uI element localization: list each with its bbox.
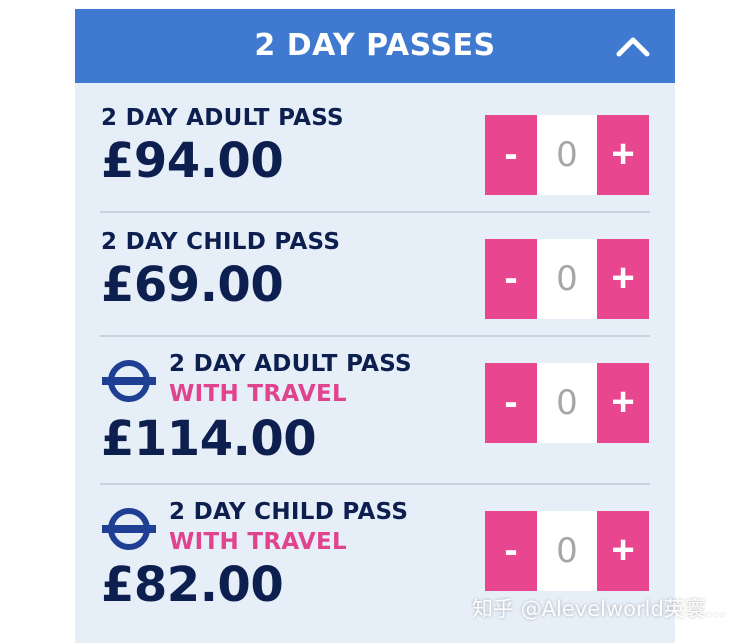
decrease-button[interactable]: -: [485, 239, 537, 319]
pass-price: £94.00: [101, 133, 284, 189]
quantity-stepper: - +: [485, 511, 649, 591]
panel-header[interactable]: 2 DAY PASSES: [75, 9, 675, 83]
pass-price: £114.00: [101, 411, 317, 467]
decrease-button[interactable]: -: [485, 115, 537, 195]
travel-label: WITH TRAVEL: [169, 381, 347, 407]
pass-row-adult-travel: 2 DAY ADULT PASS WITH TRAVEL £114.00 - +: [75, 337, 675, 483]
increase-button[interactable]: +: [597, 115, 649, 195]
pass-row-adult: 2 DAY ADULT PASS £94.00 - +: [75, 83, 675, 211]
plus-icon: +: [611, 380, 635, 424]
quantity-stepper: - +: [485, 115, 649, 195]
minus-icon: -: [504, 256, 518, 300]
plus-icon: +: [611, 132, 635, 176]
pass-price: £69.00: [101, 257, 284, 313]
quantity-input[interactable]: [537, 511, 597, 591]
plus-icon: +: [611, 528, 635, 572]
pass-row-child: 2 DAY CHILD PASS £69.00 - +: [75, 213, 675, 337]
minus-icon: -: [504, 132, 518, 176]
increase-button[interactable]: +: [597, 239, 649, 319]
quantity-input[interactable]: [537, 239, 597, 319]
increase-button[interactable]: +: [597, 511, 649, 591]
quantity-stepper: - +: [485, 239, 649, 319]
minus-icon: -: [504, 528, 518, 572]
quantity-input[interactable]: [537, 363, 597, 443]
decrease-button[interactable]: -: [485, 363, 537, 443]
quantity-stepper: - +: [485, 363, 649, 443]
increase-button[interactable]: +: [597, 363, 649, 443]
collapse-button[interactable]: [607, 26, 659, 66]
watermark: 知乎 @Alevelworld英寰...: [472, 597, 726, 621]
pass-name: 2 DAY ADULT PASS: [169, 351, 412, 377]
pass-price: £82.00: [101, 557, 284, 613]
underground-roundel-icon: [102, 360, 156, 402]
quantity-input[interactable]: [537, 115, 597, 195]
travel-label: WITH TRAVEL: [169, 529, 347, 555]
underground-roundel-icon: [102, 508, 156, 550]
pass-name: 2 DAY CHILD PASS: [169, 499, 409, 525]
decrease-button[interactable]: -: [485, 511, 537, 591]
plus-icon: +: [611, 256, 635, 300]
chevron-up-icon: [616, 37, 650, 57]
passes-panel: 2 DAY PASSES 2 DAY ADULT PASS £94.00 - +…: [75, 9, 675, 643]
pass-name: 2 DAY CHILD PASS: [101, 229, 341, 255]
panel-title: 2 DAY PASSES: [254, 28, 496, 63]
minus-icon: -: [504, 380, 518, 424]
pass-name: 2 DAY ADULT PASS: [101, 105, 344, 131]
